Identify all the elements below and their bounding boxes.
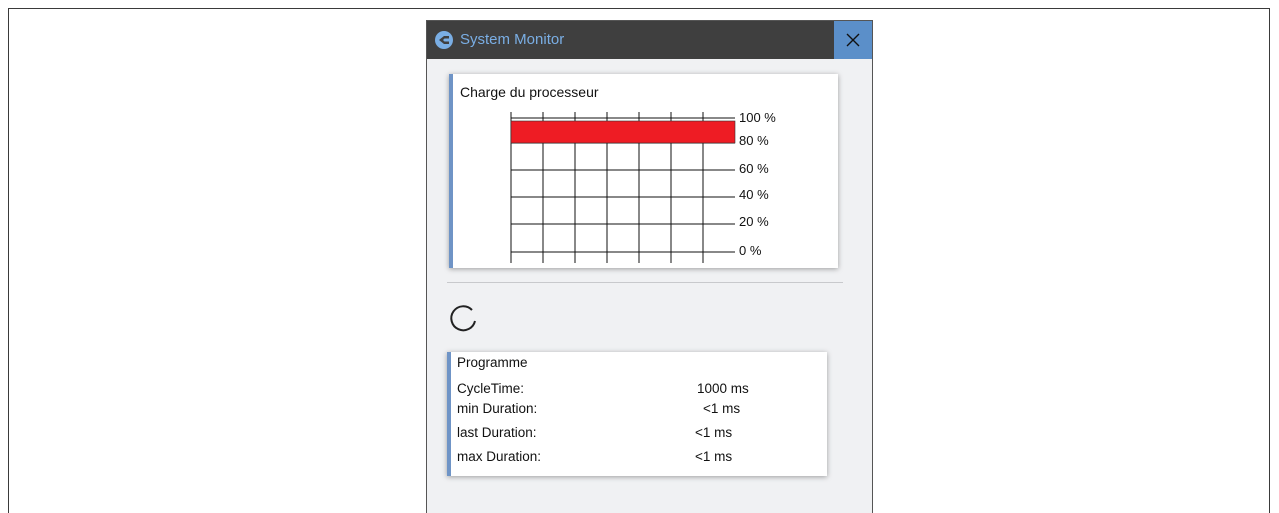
min-duration-value: <1 ms <box>703 401 741 416</box>
max-duration-value: <1 ms <box>695 449 733 464</box>
y-tick-label: 40 % <box>739 187 769 202</box>
cpu-load-bar <box>510 120 736 144</box>
loading-spinner-icon <box>450 305 476 332</box>
window-title: System Monitor <box>460 31 565 48</box>
title-bar[interactable]: System Monitor <box>427 21 872 59</box>
program-panel: Programme CycleTime: 1000 ms min Duratio… <box>447 352 827 476</box>
y-tick-label: 80 % <box>739 133 769 148</box>
app-logo-icon <box>435 31 453 49</box>
y-tick-label: 0 % <box>739 243 762 258</box>
y-tick-label: 60 % <box>739 161 769 176</box>
cycle-time-value: 1000 ms <box>697 381 749 396</box>
cpu-load-panel: Charge du processeur 100 % 80 % 60 % 40 % 20… <box>449 74 838 268</box>
close-icon <box>846 33 860 47</box>
cycle-time-label: CycleTime: <box>457 381 525 396</box>
cpu-load-chart: 100 % 80 % 60 % 40 % 20 % 0 % <box>510 110 776 263</box>
close-button[interactable] <box>834 21 872 59</box>
program-title: Programme <box>457 355 528 370</box>
y-tick-label: 100 % <box>739 110 776 125</box>
last-duration-value: <1 ms <box>695 425 733 440</box>
max-duration-label: max Duration: <box>457 449 542 464</box>
system-monitor-window: System Monitor Charge du processeur 100 … <box>426 20 873 513</box>
last-duration-label: last Duration: <box>457 425 537 440</box>
min-duration-label: min Duration: <box>457 401 538 416</box>
y-tick-label: 20 % <box>739 214 769 229</box>
divider <box>447 282 843 283</box>
